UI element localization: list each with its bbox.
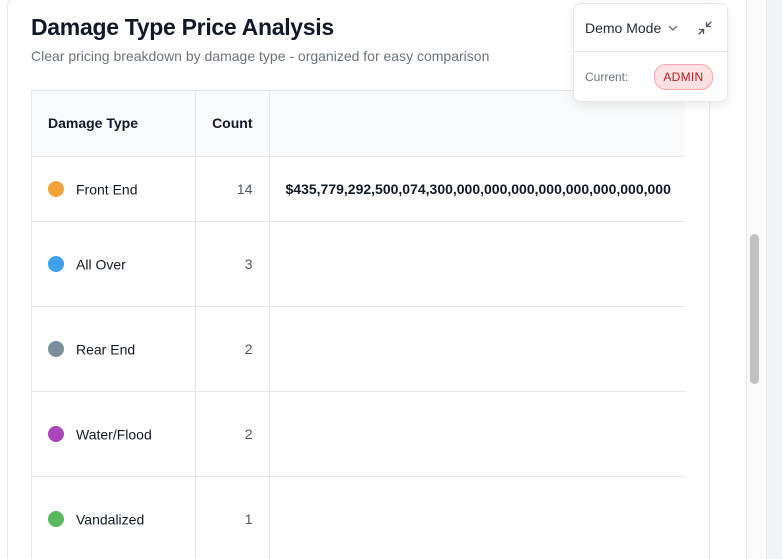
- price-cell: $435,779,292,500,074,300,000,000,000,000…: [269, 156, 685, 222]
- price-table-scroll[interactable]: Damage Type Count Front End 14 $435,779,29…: [31, 90, 685, 559]
- scrollbar-thumb[interactable]: [750, 234, 759, 384]
- table-row[interactable]: Vandalized 1: [32, 476, 685, 559]
- damage-type-label: Water/Flood: [76, 426, 152, 443]
- count-cell: 2: [195, 391, 270, 477]
- table-row[interactable]: Water/Flood 2: [32, 391, 685, 477]
- vertical-scrollbar[interactable]: [746, 0, 762, 559]
- chevron-down-icon[interactable]: [667, 22, 679, 34]
- damage-type-cell: Rear End: [32, 306, 196, 392]
- demo-mode-body: Current: ADMIN: [574, 52, 727, 102]
- damage-type-label: Rear End: [76, 341, 136, 358]
- column-header-count[interactable]: Count: [195, 91, 270, 157]
- table-row[interactable]: All Over 3: [32, 221, 685, 307]
- price-table: Damage Type Count Front End 14 $435,779,29…: [32, 91, 685, 559]
- page-subtitle: Clear pricing breakdown by damage type -…: [31, 48, 490, 64]
- price-cell: [269, 391, 685, 477]
- table-row[interactable]: Front End 14 $435,779,292,500,074,300,000,…: [32, 156, 685, 222]
- damage-type-cell: All Over: [32, 221, 196, 307]
- collapse-icon[interactable]: [697, 20, 713, 36]
- count-cell: 1: [195, 476, 270, 559]
- price-cell: [269, 306, 685, 392]
- price-cell: [269, 221, 685, 307]
- demo-mode-header[interactable]: Demo Mode: [574, 4, 727, 52]
- damage-type-cell: Vandalized: [32, 476, 196, 559]
- current-role-label: Current:: [585, 70, 629, 84]
- count-cell: 14: [195, 156, 270, 222]
- count-cell: 3: [195, 221, 270, 307]
- demo-mode-panel: Demo Mode Current: ADMIN: [573, 3, 728, 102]
- count-cell: 2: [195, 306, 270, 392]
- role-badge[interactable]: ADMIN: [654, 64, 713, 90]
- color-dot-icon: [48, 256, 64, 273]
- color-dot-icon: [48, 181, 64, 198]
- page-edge: [766, 0, 782, 559]
- color-dot-icon: [48, 511, 64, 528]
- table-row[interactable]: Rear End 2: [32, 306, 685, 392]
- price-cell: [269, 476, 685, 559]
- color-dot-icon: [48, 426, 64, 443]
- color-dot-icon: [48, 341, 64, 358]
- damage-type-label: Vandalized: [76, 511, 145, 528]
- damage-type-cell: Water/Flood: [32, 391, 196, 477]
- demo-mode-label[interactable]: Demo Mode: [585, 20, 661, 36]
- column-header-damage-type[interactable]: Damage Type: [32, 91, 196, 157]
- damage-type-label: Front End: [76, 181, 138, 198]
- damage-type-cell: Front End: [32, 156, 196, 222]
- damage-type-label: All Over: [76, 256, 126, 273]
- page-title: Damage Type Price Analysis: [31, 14, 334, 40]
